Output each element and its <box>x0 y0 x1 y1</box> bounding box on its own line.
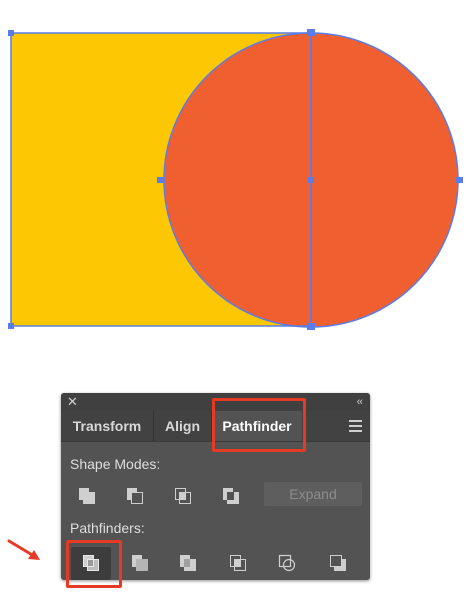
tab-pathfinder[interactable]: Pathfinder <box>212 411 302 441</box>
merge-button[interactable] <box>173 548 203 578</box>
minus-back-button[interactable] <box>323 548 353 578</box>
intersect-button[interactable] <box>168 481 198 511</box>
artboard <box>8 29 463 330</box>
shape-modes-label: Shape Modes: <box>70 456 161 472</box>
tab-align[interactable]: Align <box>154 411 212 441</box>
collapse-icon[interactable]: ‹‹ <box>357 394 363 410</box>
pathfinder-panel: ✕ ‹‹ Transform Align Pathfinder Shape Mo… <box>61 393 370 580</box>
exclude-button[interactable] <box>216 481 246 511</box>
minus-front-button[interactable] <box>120 481 150 511</box>
close-icon[interactable]: ✕ <box>67 394 78 410</box>
pointer-arrow-icon <box>7 539 40 560</box>
unite-button[interactable] <box>72 481 102 511</box>
divide-icon <box>83 555 99 571</box>
outline-icon <box>278 554 296 572</box>
divide-button[interactable] <box>76 548 106 578</box>
unite-icon <box>79 488 95 504</box>
pathfinders-label: Pathfinders: <box>70 520 145 536</box>
crop-icon <box>230 555 246 571</box>
minus-back-icon <box>330 555 346 571</box>
minus-front-icon <box>127 488 143 504</box>
intersect-icon <box>175 488 191 504</box>
outline-button[interactable] <box>272 548 302 578</box>
tab-transform[interactable]: Transform <box>61 411 154 441</box>
panel-titlebar: ✕ ‹‹ <box>61 393 370 411</box>
panel-tabs: Transform Align Pathfinder <box>61 411 370 442</box>
hamburger-menu-icon[interactable] <box>349 420 362 432</box>
crop-button[interactable] <box>223 548 253 578</box>
exclude-icon <box>223 488 239 504</box>
trim-button[interactable] <box>125 548 155 578</box>
trim-icon <box>132 555 148 571</box>
expand-button[interactable]: Expand <box>264 482 362 506</box>
merge-icon <box>180 555 196 571</box>
